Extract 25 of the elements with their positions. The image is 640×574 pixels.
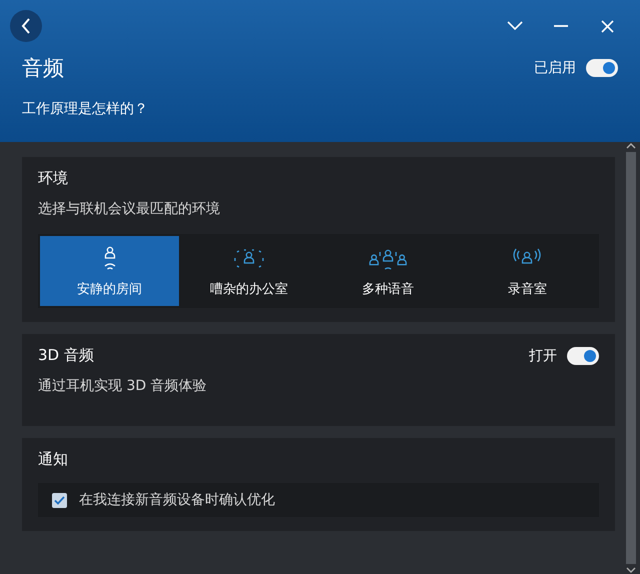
section-title: 3D 音频 xyxy=(38,346,94,365)
scroll-down-icon[interactable] xyxy=(626,566,636,574)
scrollbar-thumb[interactable] xyxy=(626,152,636,564)
environment-option[interactable]: 安静的房间 xyxy=(40,236,180,306)
chevron-down-icon xyxy=(507,21,523,31)
status-label: 打开 xyxy=(529,346,557,364)
environment-option[interactable]: 多种语音 xyxy=(318,236,458,306)
environment-option[interactable]: 录音室 xyxy=(458,236,597,306)
back-button[interactable] xyxy=(10,10,42,42)
scroll-up-icon[interactable] xyxy=(626,142,636,150)
environment-option[interactable]: 嘈杂的办公室 xyxy=(179,236,318,306)
section-description: 选择与联机会议最匹配的环境 xyxy=(38,200,221,218)
section-title: 通知 xyxy=(38,450,69,469)
status-label: 已启用 xyxy=(534,59,576,77)
minimize-icon xyxy=(554,25,568,27)
help-link[interactable]: 工作原理是怎样的？ xyxy=(22,100,148,118)
checkbox[interactable] xyxy=(52,492,67,508)
close-icon xyxy=(600,20,614,32)
checkmark-icon xyxy=(54,496,65,504)
section-description: 通过耳机实现 3D 音频体验 xyxy=(38,377,208,395)
toggle-switch[interactable] xyxy=(567,346,599,364)
section-title: 环境 xyxy=(38,169,69,188)
toggle-switch[interactable] xyxy=(586,59,618,77)
checkbox-label: 在我连接新音频设备时确认优化 xyxy=(79,491,275,509)
page-title: 音频 xyxy=(22,55,64,82)
